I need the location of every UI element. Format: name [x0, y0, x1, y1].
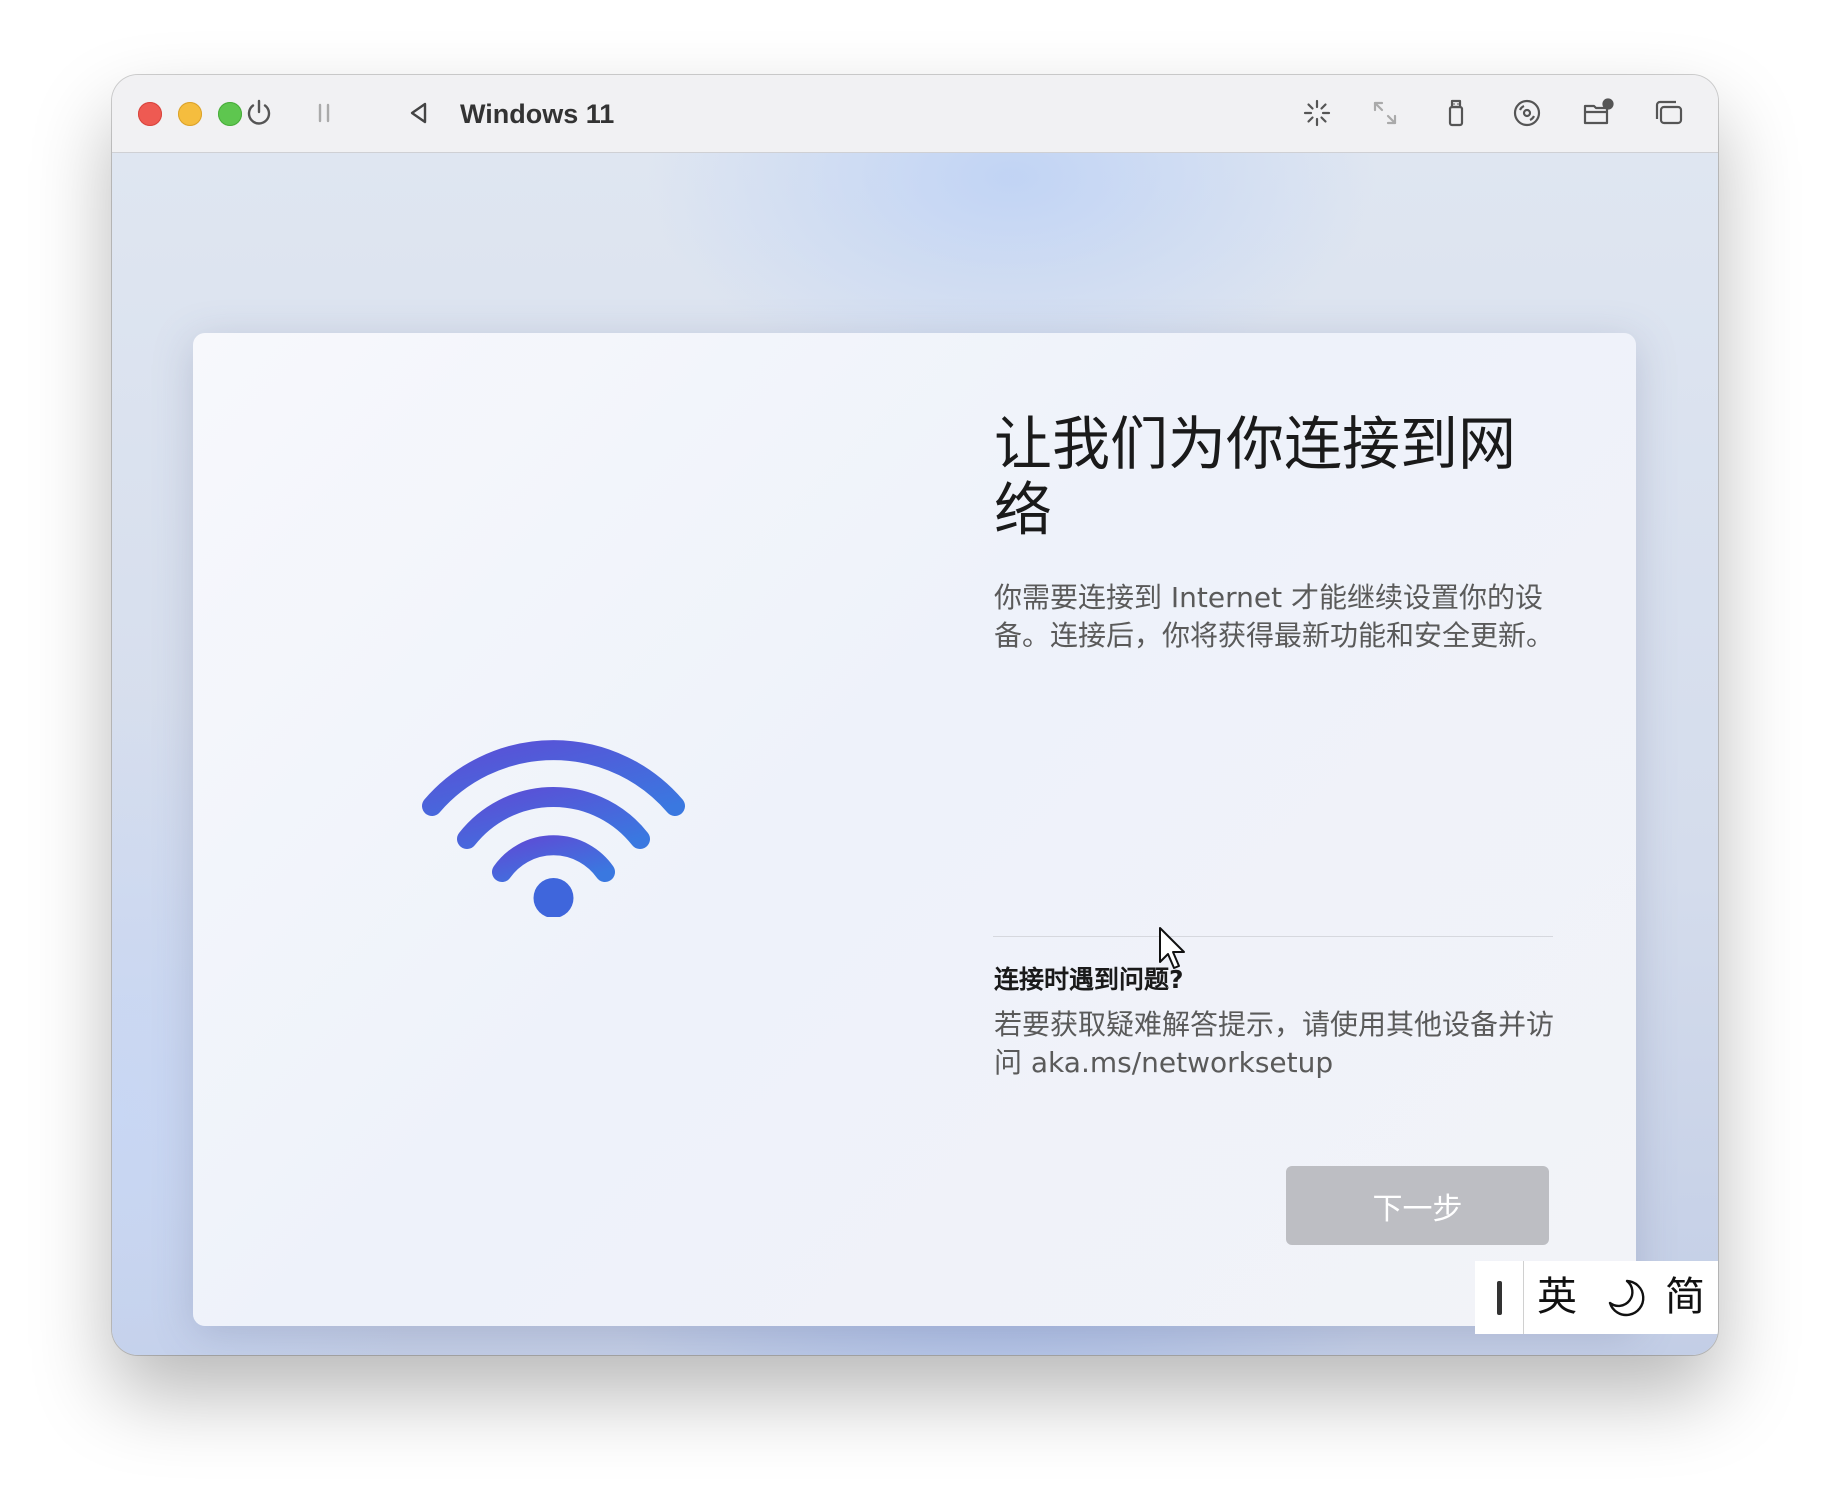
wifi-icon — [422, 740, 685, 917]
ime-toolbar: 英 简 — [1475, 1261, 1718, 1334]
ime-drag-handle[interactable] — [1497, 1281, 1502, 1315]
ime-separator — [1523, 1261, 1524, 1334]
next-button[interactable]: 下一步 — [1286, 1166, 1549, 1245]
mouse-cursor-icon — [1159, 927, 1185, 969]
ime-mode-toggle[interactable]: 英 — [1537, 1271, 1577, 1323]
window-title: Windows 11 — [460, 99, 615, 129]
help-title: 连接时遇到问题? — [994, 965, 1184, 994]
back-icon[interactable] — [402, 96, 436, 130]
resize-icon[interactable] — [1368, 96, 1402, 130]
divider — [993, 936, 1553, 937]
page-title: 让我们为你连接到网络 — [994, 410, 1517, 544]
ime-charset-toggle[interactable]: 简 — [1665, 1271, 1705, 1323]
power-icon[interactable] — [242, 96, 276, 130]
moon-icon[interactable] — [1605, 1277, 1645, 1319]
minimize-window-button[interactable] — [178, 102, 202, 126]
zoom-window-button[interactable] — [218, 102, 242, 126]
title-bar: Windows 11 — [112, 75, 1718, 153]
page-description: 你需要连接到 Internet 才能继续设置你的设备。连接后，你将获得最新功能和… — [994, 581, 1555, 652]
oobe-card: 让我们为你连接到网络 你需要连接到 Internet 才能继续设置你的设备。连接… — [193, 333, 1636, 1326]
vm-screen: 让我们为你连接到网络 你需要连接到 Internet 才能继续设置你的设备。连接… — [112, 153, 1718, 1355]
pause-icon[interactable] — [307, 96, 341, 130]
help-text: 若要获取疑难解答提示，请使用其他设备并访问 aka.ms/networksetu… — [994, 1008, 1555, 1079]
folder-icon[interactable] — [1581, 96, 1615, 130]
loading-icon[interactable] — [1300, 96, 1334, 130]
usb-icon[interactable] — [1439, 96, 1473, 130]
display-icon[interactable] — [1652, 96, 1686, 130]
vm-window: Windows 11 让我们为你连接到网络 你需要连接到 Internet 才能… — [112, 75, 1718, 1355]
close-window-button[interactable] — [138, 102, 162, 126]
disc-icon[interactable] — [1510, 96, 1544, 130]
